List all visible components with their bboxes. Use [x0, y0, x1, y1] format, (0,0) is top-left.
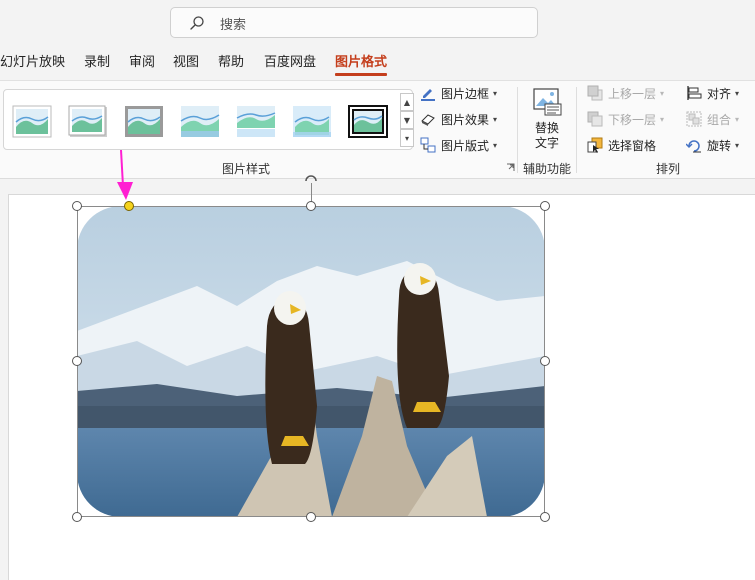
- rotate-label: 旋转: [707, 138, 732, 153]
- active-tab-indicator: [335, 73, 387, 76]
- tab-record[interactable]: 录制: [84, 51, 110, 70]
- resize-handle-bottom-right[interactable]: [540, 512, 550, 522]
- search-placeholder[interactable]: 搜索: [220, 14, 246, 33]
- align-left-icon: [687, 86, 702, 100]
- chevron-down-icon: ▾: [660, 88, 665, 98]
- alt-text-label-line1: 替换: [534, 121, 559, 135]
- picture-layout-button[interactable]: 图片版式 ▾: [420, 134, 497, 156]
- bring-forward-icon: [587, 85, 603, 101]
- selection-frame: [77, 206, 545, 517]
- tab-help[interactable]: 帮助: [218, 51, 244, 70]
- bring-forward-button[interactable]: 上移一层 ▾: [587, 82, 664, 104]
- picture-effects-icon: [421, 114, 435, 126]
- search-icon: [190, 16, 204, 30]
- group-divider: [576, 87, 577, 173]
- tab-slideshow[interactable]: 幻灯片放映: [0, 51, 65, 70]
- title-bar: 搜索: [0, 0, 755, 45]
- style-thumb-shadow-rect[interactable]: [68, 105, 108, 138]
- group-objects-label: 组合: [707, 112, 732, 127]
- group-objects-icon: [686, 111, 702, 127]
- picture-border-label: 图片边框: [441, 86, 490, 101]
- rotate-button[interactable]: 旋转 ▾: [686, 134, 739, 156]
- chevron-down-icon: ▾: [735, 88, 740, 98]
- chevron-down-icon: ▾: [735, 114, 740, 124]
- style-thumb-glow[interactable]: [292, 105, 332, 138]
- resize-handle-bottom[interactable]: [306, 512, 316, 522]
- resize-handle-bottom-left[interactable]: [72, 512, 82, 522]
- tab-review[interactable]: 审阅: [129, 51, 155, 70]
- tab-picture-format[interactable]: 图片格式: [335, 51, 387, 70]
- tab-baidu-netdisk[interactable]: 百度网盘: [264, 51, 316, 70]
- send-backward-icon: [587, 111, 603, 127]
- selection-pane-icon: [587, 137, 603, 153]
- resize-handle-right[interactable]: [540, 356, 550, 366]
- alt-text-button[interactable]: 替换 文字: [530, 87, 564, 157]
- search-box[interactable]: 搜索: [170, 7, 538, 38]
- picture-effects-button[interactable]: 图片效果 ▾: [420, 108, 497, 130]
- picture-layout-icon: [420, 137, 436, 153]
- bring-forward-label: 上移一层: [608, 86, 657, 101]
- style-thumb-soft-edge[interactable]: [180, 105, 220, 138]
- chevron-down-icon: ▾: [493, 140, 498, 150]
- picture-styles-gallery: ▲ ▼ ▾: [3, 89, 414, 150]
- ribbon-tabs: 幻灯片放映 录制 审阅 视图 帮助 百度网盘 图片格式: [0, 51, 755, 77]
- picture-border-button[interactable]: 图片边框 ▾: [420, 82, 497, 104]
- resize-handle-left[interactable]: [72, 356, 82, 366]
- chevron-down-icon: ▾: [493, 114, 498, 124]
- gallery-scroll-up-button[interactable]: ▲: [400, 93, 414, 111]
- style-thumb-simple-frame[interactable]: [12, 105, 52, 138]
- gallery-more-button[interactable]: ▾: [400, 129, 414, 147]
- style-thumb-black-frame[interactable]: [348, 105, 388, 138]
- pen-border-icon: [421, 89, 435, 101]
- send-backward-button[interactable]: 下移一层 ▾: [587, 108, 664, 130]
- send-backward-label: 下移一层: [608, 112, 657, 127]
- group-divider: [517, 87, 518, 173]
- picture-effects-label: 图片效果: [441, 112, 490, 127]
- resize-handle-top-right[interactable]: [540, 201, 550, 211]
- alt-text-label-line2: 文字: [534, 136, 559, 150]
- style-thumb-reflected[interactable]: [236, 105, 276, 138]
- gallery-scroll-down-button[interactable]: ▼: [400, 111, 414, 129]
- group-label-accessibility: 辅助功能: [523, 162, 572, 176]
- rotate-handle-icon[interactable]: [304, 172, 318, 182]
- style-thumb-metal-frame[interactable]: [124, 105, 164, 138]
- alt-text-icon: [533, 88, 562, 116]
- rotate-icon: [686, 140, 701, 153]
- chevron-down-icon: ▾: [660, 114, 665, 124]
- group-objects-button[interactable]: 组合 ▾: [686, 108, 739, 130]
- align-label: 对齐: [707, 86, 732, 101]
- align-button[interactable]: 对齐 ▾: [686, 82, 739, 104]
- resize-handle-top-left[interactable]: [72, 201, 82, 211]
- chevron-down-icon: ▾: [735, 140, 740, 150]
- resize-handle-top[interactable]: [306, 201, 316, 211]
- group-label-picture-styles: 图片样式: [222, 162, 271, 176]
- dialog-launcher-icon[interactable]: [506, 163, 515, 172]
- selection-pane-label: 选择窗格: [608, 138, 657, 153]
- annotation-arrow-icon: [117, 150, 133, 200]
- group-label-arrange: 排列: [656, 162, 681, 176]
- picture-layout-label: 图片版式: [441, 138, 490, 153]
- chevron-down-icon: ▾: [493, 88, 498, 98]
- selection-pane-button[interactable]: 选择窗格: [587, 134, 656, 156]
- tab-view[interactable]: 视图: [173, 51, 199, 70]
